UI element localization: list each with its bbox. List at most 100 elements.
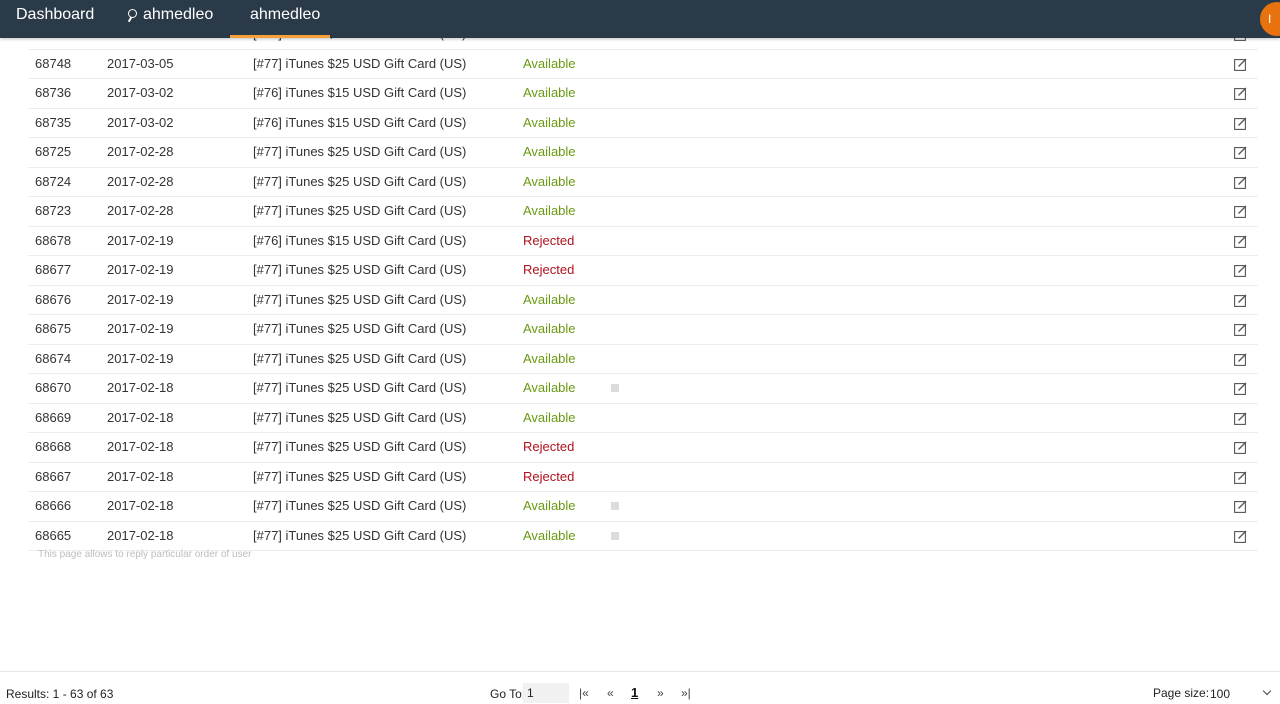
order-date: 2017-02-18 — [107, 380, 174, 395]
edit-icon[interactable] — [1234, 58, 1247, 71]
table-row: 68725 2017-02-28 [#77] iTunes $25 USD Gift… — [28, 138, 1258, 168]
order-product: [#77] iTunes $25 USD Gift Card (US) — [253, 291, 467, 307]
order-date: 2017-02-18 — [107, 468, 174, 484]
table-row: 68677 2017-02-19 [#77] iTunes $25 USD Gift… — [28, 256, 1258, 286]
order-product: [#77] iTunes $25 USD Gift Card (US) — [253, 144, 467, 159]
order-id: 68735 — [35, 114, 72, 130]
order-id: 68667 — [35, 468, 72, 484]
order-status: Available — [523, 144, 576, 159]
table-row: 68669 2017-02-18 [#77] iTunes $25 USD Gift… — [28, 404, 1258, 433]
order-date: 2017-02-18 — [107, 439, 174, 454]
order-date: 2017-03-02 — [107, 85, 174, 100]
nav-search-label: ahmedleo — [143, 6, 214, 23]
order-status: Available — [523, 409, 576, 425]
order-id: 68723 — [35, 203, 72, 218]
nav-dashboard-link[interactable]: Dashboard — [16, 0, 94, 38]
order-product: [#76] iTunes $15 USD Gift Card (US) — [253, 114, 467, 130]
goto-label: Go To: — [490, 687, 526, 701]
edit-icon[interactable] — [1234, 323, 1247, 336]
order-id: 68668 — [35, 439, 72, 454]
order-date: 2017-03-02 — [107, 114, 174, 130]
active-tab-indicator — [230, 35, 330, 38]
edit-icon[interactable] — [1234, 205, 1247, 218]
order-product: [#77] iTunes $25 USD Gift Card (US) — [253, 55, 467, 71]
order-id: 68724 — [35, 173, 72, 189]
order-date: 2017-02-19 — [107, 291, 174, 307]
order-product: [#77] iTunes $25 USD Gift Card (US) — [253, 468, 467, 484]
order-id: 68736 — [35, 85, 72, 100]
order-status: Available — [523, 55, 576, 71]
edit-icon[interactable] — [1234, 87, 1247, 100]
table-row: 68736 2017-03-02 [#76] iTunes $15 USD Gift… — [28, 79, 1258, 109]
chevron-down-icon — [1262, 686, 1272, 696]
order-status: Rejected — [523, 468, 575, 484]
table-row: 68675 2017-02-19 [#77] iTunes $25 USD Gift… — [28, 315, 1258, 345]
order-product: [#76] iTunes $15 USD Gift Card (US) — [253, 232, 467, 248]
edit-icon[interactable] — [1234, 441, 1247, 454]
order-date: 2017-02-18 — [107, 498, 174, 513]
edit-icon[interactable] — [1234, 471, 1247, 484]
results-count: Results: 1 - 63 of 63 — [6, 687, 114, 701]
page-footnote: This page allows to reply particular ord… — [38, 549, 252, 560]
order-date: 2017-02-19 — [107, 232, 174, 248]
order-status: Available — [523, 291, 576, 307]
current-page-link[interactable]: 1 — [631, 685, 638, 700]
edit-icon[interactable] — [1234, 117, 1247, 130]
order-status: Rejected — [523, 262, 575, 277]
search-icon — [128, 9, 137, 18]
order-id: 68678 — [35, 232, 72, 248]
order-date: 2017-02-19 — [107, 262, 174, 277]
edit-icon[interactable] — [1234, 530, 1247, 543]
edit-icon[interactable] — [1234, 235, 1247, 248]
nav-user-search[interactable]: ahmedleo — [128, 0, 213, 38]
first-page-button[interactable]: |« — [579, 686, 589, 700]
user-avatar-badge[interactable]: I — [1260, 2, 1280, 36]
order-product: [#77] iTunes $25 USD Gift Card (US) — [253, 173, 467, 189]
prev-page-button[interactable]: « — [607, 686, 614, 700]
order-product: [#77] iTunes $25 USD Gift Card (US) — [253, 380, 467, 395]
order-date: 2017-02-18 — [107, 409, 174, 425]
flag-marker — [611, 502, 619, 510]
order-status: Available — [523, 173, 576, 189]
tab-user[interactable]: ahmedleo — [230, 0, 330, 38]
page-size-value: 100 — [1210, 687, 1231, 701]
order-date: 2017-02-28 — [107, 203, 174, 218]
edit-icon[interactable] — [1234, 500, 1247, 513]
edit-icon[interactable] — [1234, 264, 1247, 277]
table-row: 68666 2017-02-18 [#77] iTunes $25 USD Gift… — [28, 492, 1258, 522]
order-date: 2017-02-28 — [107, 173, 174, 189]
orders-table: 68750 2017-03-05 [#77] iTunes $25 USD Gi… — [28, 20, 1258, 551]
table-row: 68668 2017-02-18 [#77] iTunes $25 USD Gift… — [28, 433, 1258, 463]
edit-icon[interactable] — [1234, 146, 1247, 159]
goto-page-input[interactable] — [523, 683, 569, 703]
order-date: 2017-02-19 — [107, 321, 174, 336]
page-size-select[interactable]: 100 — [1204, 682, 1280, 704]
order-id: 68669 — [35, 409, 72, 425]
edit-icon[interactable] — [1234, 353, 1247, 366]
order-date: 2017-02-28 — [107, 144, 174, 159]
order-product: [#77] iTunes $25 USD Gift Card (US) — [253, 409, 467, 425]
order-id: 68666 — [35, 498, 72, 513]
order-id: 68677 — [35, 262, 72, 277]
order-id: 68675 — [35, 321, 72, 336]
table-row: 68676 2017-02-19 [#77] iTunes $25 USD Gift… — [28, 286, 1258, 315]
order-status: Available — [523, 498, 576, 513]
edit-icon[interactable] — [1234, 382, 1247, 395]
pagination-bar: Results: 1 - 63 of 63 Go To: |« « 1 » »|… — [0, 671, 1280, 704]
next-page-button[interactable]: » — [657, 686, 664, 700]
order-product: [#77] iTunes $25 USD Gift Card (US) — [253, 439, 467, 454]
table-row: 68724 2017-02-28 [#77] iTunes $25 USD Gift… — [28, 168, 1258, 197]
order-product: [#77] iTunes $25 USD Gift Card (US) — [253, 350, 467, 366]
top-navbar: Dashboard ahmedleo ahmedleo I — [0, 0, 1280, 38]
order-status: Rejected — [523, 232, 575, 248]
table-row: 68670 2017-02-18 [#77] iTunes $25 USD Gift… — [28, 374, 1258, 404]
table-row: 68748 2017-03-05 [#77] iTunes $25 USD Gift… — [28, 50, 1258, 79]
edit-icon[interactable] — [1234, 412, 1247, 425]
order-id: 68676 — [35, 291, 72, 307]
edit-icon[interactable] — [1234, 294, 1247, 307]
last-page-button[interactable]: »| — [681, 686, 691, 700]
page-size-label: Page size: — [1153, 686, 1210, 700]
order-status: Rejected — [523, 439, 575, 454]
tab-user-label: ahmedleo — [250, 6, 321, 23]
edit-icon[interactable] — [1234, 176, 1247, 189]
